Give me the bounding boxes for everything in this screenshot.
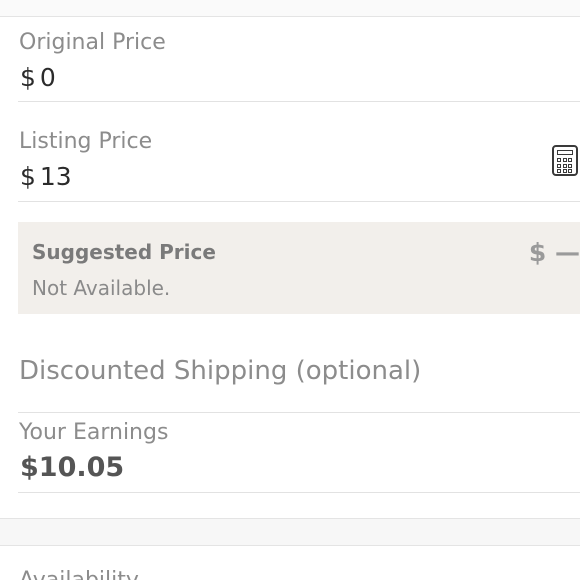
original-price-label: Original Price	[19, 30, 166, 55]
suggested-price-status: Not Available.	[32, 276, 171, 300]
listing-price-value[interactable]: 13	[40, 162, 72, 191]
listing-price-currency: $	[20, 162, 36, 191]
pricing-form: Original Price $ 0 Listing Price $ 13 Su…	[0, 0, 580, 580]
earnings-divider	[18, 492, 580, 493]
original-price-divider	[18, 101, 580, 102]
original-price-currency: $	[20, 63, 36, 92]
availability-label: Availability	[19, 568, 139, 580]
top-section-band	[0, 0, 580, 17]
suggested-price-title: Suggested Price	[32, 240, 216, 264]
earnings-value: $10.05	[20, 452, 125, 483]
earnings-label: Your Earnings	[19, 420, 169, 445]
shipping-divider	[18, 412, 580, 413]
listing-price-label: Listing Price	[19, 129, 153, 154]
original-price-input[interactable]: $ 0	[20, 63, 56, 92]
section-separator	[0, 518, 580, 546]
discounted-shipping-option[interactable]: Discounted Shipping (optional)	[19, 356, 421, 386]
listing-price-input[interactable]: $ 13	[20, 162, 72, 191]
suggested-price-panel: Suggested Price Not Available. $ —	[18, 222, 580, 314]
calculator-icon[interactable]	[552, 145, 578, 176]
suggested-price-value: $ —	[528, 238, 580, 267]
listing-price-divider	[18, 201, 580, 202]
original-price-value[interactable]: 0	[40, 63, 56, 92]
